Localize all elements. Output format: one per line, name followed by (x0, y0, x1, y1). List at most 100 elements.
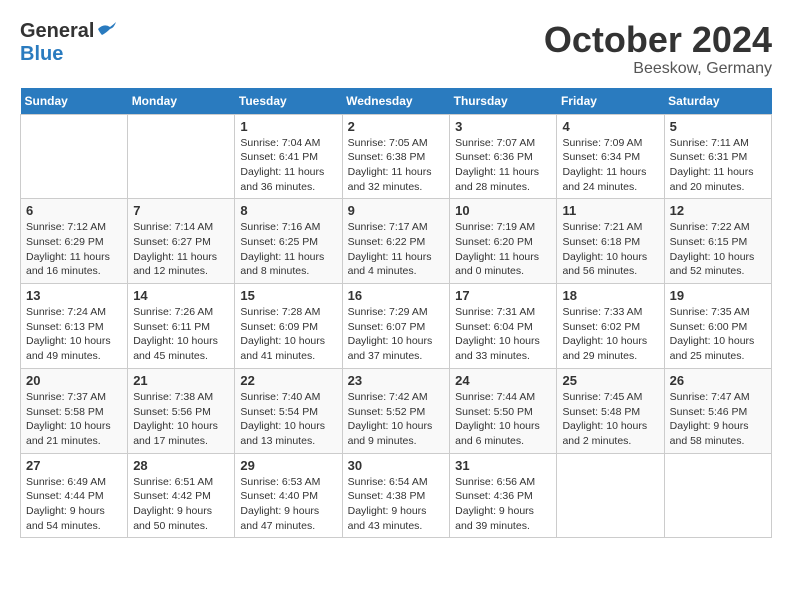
calendar-cell: 25 Sunrise: 7:45 AM Sunset: 5:48 PM Dayli… (557, 368, 664, 453)
day-number: 5 (670, 119, 766, 134)
day-number: 14 (133, 288, 229, 303)
day-info: Sunrise: 7:47 AM Sunset: 5:46 PM Dayligh… (670, 390, 766, 449)
day-info: Sunrise: 6:54 AM Sunset: 4:38 PM Dayligh… (348, 475, 445, 534)
logo-blue: Blue (20, 43, 118, 66)
calendar-cell (128, 114, 235, 199)
calendar-cell: 28Sunrise: 6:51 AM Sunset: 4:42 PM Dayli… (128, 453, 235, 538)
calendar-week-row: 13 Sunrise: 7:24 AM Sunset: 6:13 PM Dayli… (21, 284, 772, 369)
day-number: 22 (240, 373, 336, 388)
calendar-cell: 31 Sunrise: 6:56 AM Sunset: 4:36 PM Dayli… (450, 453, 557, 538)
day-number: 7 (133, 203, 229, 218)
day-info: Sunrise: 7:07 AM Sunset: 6:36 PM Dayligh… (455, 136, 551, 195)
calendar-cell: 11Sunrise: 7:21 AM Sunset: 6:18 PM Dayli… (557, 199, 664, 284)
day-number: 23 (348, 373, 445, 388)
day-info: Sunrise: 6:51 AM Sunset: 4:42 PM Dayligh… (133, 475, 229, 534)
weekday-header: Tuesday (235, 88, 342, 115)
bird-icon (96, 21, 118, 37)
day-info: Sunrise: 7:45 AM Sunset: 5:48 PM Dayligh… (562, 390, 658, 449)
day-number: 24 (455, 373, 551, 388)
calendar-cell: 13 Sunrise: 7:24 AM Sunset: 6:13 PM Dayli… (21, 284, 128, 369)
day-info: Sunrise: 7:21 AM Sunset: 6:18 PM Dayligh… (562, 220, 658, 279)
day-info: Sunrise: 7:38 AM Sunset: 5:56 PM Dayligh… (133, 390, 229, 449)
day-number: 16 (348, 288, 445, 303)
day-number: 8 (240, 203, 336, 218)
day-info: Sunrise: 7:11 AM Sunset: 6:31 PM Dayligh… (670, 136, 766, 195)
day-info: Sunrise: 7:17 AM Sunset: 6:22 PM Dayligh… (348, 220, 445, 279)
day-info: Sunrise: 7:40 AM Sunset: 5:54 PM Dayligh… (240, 390, 336, 449)
calendar-cell (664, 453, 771, 538)
day-info: Sunrise: 6:53 AM Sunset: 4:40 PM Dayligh… (240, 475, 336, 534)
location: Beeskow, Germany (544, 60, 772, 78)
calendar-cell: 2Sunrise: 7:05 AM Sunset: 6:38 PM Daylig… (342, 114, 450, 199)
calendar-table: SundayMondayTuesdayWednesdayThursdayFrid… (20, 88, 772, 539)
day-info: Sunrise: 7:42 AM Sunset: 5:52 PM Dayligh… (348, 390, 445, 449)
calendar-cell: 19 Sunrise: 7:35 AM Sunset: 6:00 PM Dayli… (664, 284, 771, 369)
day-number: 20 (26, 373, 122, 388)
day-number: 25 (562, 373, 658, 388)
calendar-cell: 17 Sunrise: 7:31 AM Sunset: 6:04 PM Dayli… (450, 284, 557, 369)
calendar-cell: 23 Sunrise: 7:42 AM Sunset: 5:52 PM Dayli… (342, 368, 450, 453)
day-number: 31 (455, 458, 551, 473)
day-info: Sunrise: 6:56 AM Sunset: 4:36 PM Dayligh… (455, 475, 551, 534)
calendar-cell (557, 453, 664, 538)
month-title: October 2024 (544, 20, 772, 60)
day-info: Sunrise: 7:09 AM Sunset: 6:34 PM Dayligh… (562, 136, 658, 195)
day-number: 10 (455, 203, 551, 218)
weekday-header: Wednesday (342, 88, 450, 115)
day-number: 30 (348, 458, 445, 473)
day-number: 18 (562, 288, 658, 303)
calendar-cell: 18 Sunrise: 7:33 AM Sunset: 6:02 PM Dayli… (557, 284, 664, 369)
day-info: Sunrise: 7:24 AM Sunset: 6:13 PM Dayligh… (26, 305, 122, 364)
day-number: 1 (240, 119, 336, 134)
weekday-header: Sunday (21, 88, 128, 115)
calendar-cell: 7Sunrise: 7:14 AM Sunset: 6:27 PM Daylig… (128, 199, 235, 284)
logo: General Blue (20, 20, 118, 66)
calendar-week-row: 1Sunrise: 7:04 AM Sunset: 6:41 PM Daylig… (21, 114, 772, 199)
calendar-cell: 29 Sunrise: 6:53 AM Sunset: 4:40 PM Dayli… (235, 453, 342, 538)
calendar-cell: 16 Sunrise: 7:29 AM Sunset: 6:07 PM Dayli… (342, 284, 450, 369)
day-info: Sunrise: 7:19 AM Sunset: 6:20 PM Dayligh… (455, 220, 551, 279)
day-info: Sunrise: 6:49 AM Sunset: 4:44 PM Dayligh… (26, 475, 122, 534)
calendar-cell: 30 Sunrise: 6:54 AM Sunset: 4:38 PM Dayli… (342, 453, 450, 538)
title-block: October 2024 Beeskow, Germany (544, 20, 772, 78)
day-number: 2 (348, 119, 445, 134)
calendar-cell: 9Sunrise: 7:17 AM Sunset: 6:22 PM Daylig… (342, 199, 450, 284)
calendar-cell: 12Sunrise: 7:22 AM Sunset: 6:15 PM Dayli… (664, 199, 771, 284)
page-header: General Blue October 2024 Beeskow, Germa… (20, 20, 772, 78)
calendar-cell: 20 Sunrise: 7:37 AM Sunset: 5:58 PM Dayli… (21, 368, 128, 453)
calendar-cell: 15Sunrise: 7:28 AM Sunset: 6:09 PM Dayli… (235, 284, 342, 369)
day-number: 4 (562, 119, 658, 134)
day-info: Sunrise: 7:12 AM Sunset: 6:29 PM Dayligh… (26, 220, 122, 279)
calendar-cell: 3 Sunrise: 7:07 AM Sunset: 6:36 PM Daylig… (450, 114, 557, 199)
day-number: 27 (26, 458, 122, 473)
calendar-week-row: 27 Sunrise: 6:49 AM Sunset: 4:44 PM Dayli… (21, 453, 772, 538)
weekday-header: Saturday (664, 88, 771, 115)
calendar-cell: 27 Sunrise: 6:49 AM Sunset: 4:44 PM Dayli… (21, 453, 128, 538)
weekday-header: Friday (557, 88, 664, 115)
day-number: 17 (455, 288, 551, 303)
day-number: 26 (670, 373, 766, 388)
day-number: 3 (455, 119, 551, 134)
day-info: Sunrise: 7:31 AM Sunset: 6:04 PM Dayligh… (455, 305, 551, 364)
day-number: 12 (670, 203, 766, 218)
day-info: Sunrise: 7:44 AM Sunset: 5:50 PM Dayligh… (455, 390, 551, 449)
day-info: Sunrise: 7:16 AM Sunset: 6:25 PM Dayligh… (240, 220, 336, 279)
calendar-cell: 4 Sunrise: 7:09 AM Sunset: 6:34 PM Daylig… (557, 114, 664, 199)
calendar-cell: 6Sunrise: 7:12 AM Sunset: 6:29 PM Daylig… (21, 199, 128, 284)
calendar-header-row: SundayMondayTuesdayWednesdayThursdayFrid… (21, 88, 772, 115)
day-number: 21 (133, 373, 229, 388)
day-info: Sunrise: 7:26 AM Sunset: 6:11 PM Dayligh… (133, 305, 229, 364)
calendar-cell: 21 Sunrise: 7:38 AM Sunset: 5:56 PM Dayli… (128, 368, 235, 453)
day-info: Sunrise: 7:28 AM Sunset: 6:09 PM Dayligh… (240, 305, 336, 364)
day-number: 19 (670, 288, 766, 303)
weekday-header: Thursday (450, 88, 557, 115)
calendar-cell: 24 Sunrise: 7:44 AM Sunset: 5:50 PM Dayli… (450, 368, 557, 453)
calendar-cell (21, 114, 128, 199)
day-info: Sunrise: 7:35 AM Sunset: 6:00 PM Dayligh… (670, 305, 766, 364)
day-info: Sunrise: 7:29 AM Sunset: 6:07 PM Dayligh… (348, 305, 445, 364)
day-info: Sunrise: 7:37 AM Sunset: 5:58 PM Dayligh… (26, 390, 122, 449)
day-number: 29 (240, 458, 336, 473)
calendar-cell: 22 Sunrise: 7:40 AM Sunset: 5:54 PM Dayli… (235, 368, 342, 453)
day-info: Sunrise: 7:33 AM Sunset: 6:02 PM Dayligh… (562, 305, 658, 364)
day-number: 13 (26, 288, 122, 303)
